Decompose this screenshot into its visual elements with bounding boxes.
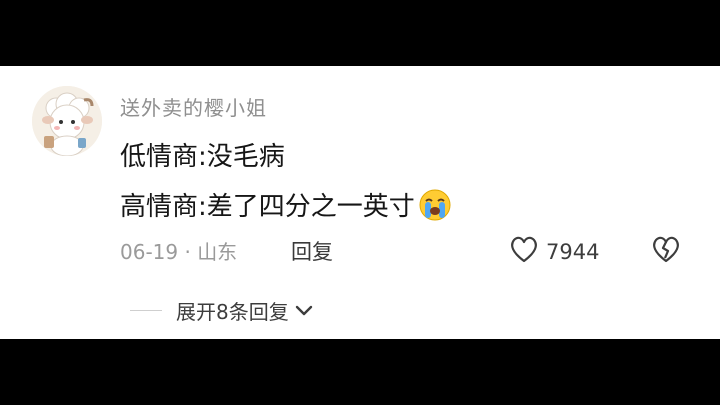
- comment-text: 高情商:差了四分之一英寸: [120, 192, 415, 222]
- comment-text-line: 高情商:差了四分之一英寸: [120, 186, 451, 223]
- avatar[interactable]: [32, 86, 102, 156]
- expand-replies-button[interactable]: 展开8条回复: [130, 296, 313, 325]
- chevron-down-icon: [295, 305, 313, 317]
- comment-card: 送外卖的樱小姐 低情商:没毛病 高情商:差了四分之一英寸 06-19 · 山东 …: [0, 66, 720, 339]
- reply-button[interactable]: 回复: [291, 236, 333, 266]
- like-count: 7944: [546, 239, 600, 264]
- broken-heart-icon: [650, 236, 682, 268]
- like-button[interactable]: 7944: [508, 234, 599, 269]
- username[interactable]: 送外卖的樱小姐: [120, 92, 267, 121]
- sheep-avatar-icon: [32, 86, 102, 156]
- divider: [130, 310, 162, 311]
- dislike-button[interactable]: [650, 234, 682, 268]
- comment-meta: 06-19 · 山东: [120, 240, 238, 264]
- crying-face-emoji-icon: [419, 189, 451, 221]
- expand-replies-label: 展开8条回复: [176, 300, 289, 324]
- comment-text-line: 低情商:没毛病: [120, 142, 285, 172]
- heart-icon: [508, 234, 540, 269]
